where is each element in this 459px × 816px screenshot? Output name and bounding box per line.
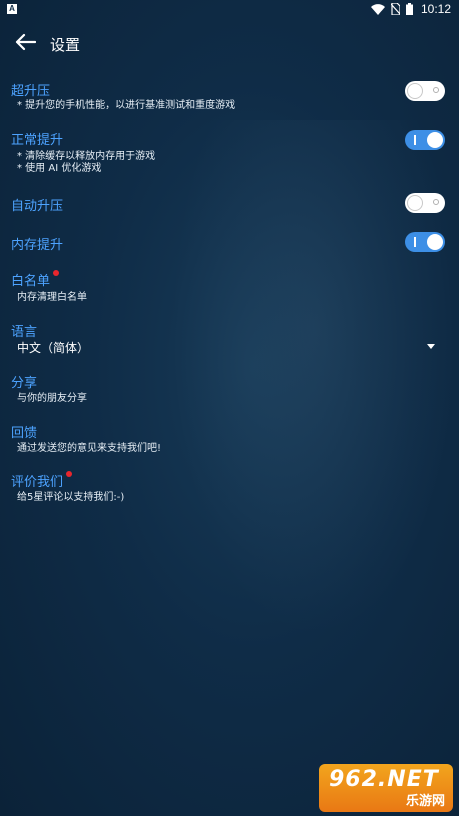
watermark-bottom-text: 乐游网 <box>405 794 445 809</box>
arrow-left-icon <box>14 33 37 55</box>
toggle-knob <box>407 195 423 211</box>
setting-desc: 给5星评论以支持我们:-) <box>17 492 125 503</box>
watermark-top-text: 962.NET <box>329 767 439 792</box>
toggle-knob <box>427 234 443 250</box>
setting-title-wrap: 评价我们 <box>11 471 73 490</box>
new-badge-dot <box>53 270 60 276</box>
setting-title: 评价我们 <box>11 475 64 490</box>
setting-desc: 与你的朋友分享 <box>17 393 87 404</box>
setting-desc-line-2: * 使用 AI 优化游戏 <box>17 163 102 174</box>
normal-boost-toggle[interactable] <box>405 130 445 150</box>
setting-desc: * 提升您的手机性能，以进行基准测试和重度游戏 <box>17 100 236 111</box>
setting-rate-us[interactable]: 评价我们 给5星评论以支持我们:-) <box>0 469 459 509</box>
auto-boost-toggle[interactable] <box>405 193 445 213</box>
setting-feedback[interactable]: 回馈 通过发送您的意见来支持我们吧! <box>0 420 459 460</box>
new-badge-dot <box>66 471 73 477</box>
setting-normal-boost[interactable]: 正常提升 * 清除缓存以释放内存用于游戏 * 使用 AI 优化游戏 <box>0 126 459 178</box>
setting-title-wrap: 白名单 <box>11 270 60 289</box>
setting-language[interactable]: 语言 中文（简体） <box>0 319 459 359</box>
setting-title: 正常提升 <box>11 133 64 148</box>
setting-memory-boost[interactable]: 内存提升 <box>0 231 459 255</box>
site-watermark-logo: 962.NET 乐游网 <box>319 764 453 812</box>
setting-auto-boost[interactable]: 自动升压 <box>0 192 459 216</box>
setting-title: 回馈 <box>11 426 38 441</box>
setting-super-boost[interactable]: 超升压 * 提升您的手机性能，以进行基准测试和重度游戏 <box>0 76 459 116</box>
toggle-off-indicator <box>433 199 439 205</box>
toggle-on-indicator <box>414 237 416 247</box>
status-time: 10:12 <box>420 2 451 16</box>
setting-whitelist[interactable]: 白名单 内存清理白名单 <box>0 268 459 308</box>
toggle-knob <box>407 83 423 99</box>
setting-title: 超升压 <box>11 84 51 99</box>
no-sim-icon <box>390 3 400 15</box>
setting-share[interactable]: 分享 与你的朋友分享 <box>0 370 459 410</box>
setting-desc: 内存清理白名单 <box>17 292 87 303</box>
back-button[interactable] <box>10 30 40 58</box>
memory-boost-toggle[interactable] <box>405 232 445 252</box>
page-title: 设置 <box>50 36 81 54</box>
notification-icon: A <box>7 4 17 14</box>
dropdown-arrow-icon[interactable] <box>427 344 435 349</box>
toggle-on-indicator <box>414 135 416 145</box>
setting-title: 分享 <box>11 376 38 391</box>
app-bar: 设置 <box>0 22 459 66</box>
wifi-icon <box>370 3 385 15</box>
toggle-off-indicator <box>433 87 439 93</box>
setting-title: 内存提升 <box>11 238 64 253</box>
setting-title: 语言 <box>11 325 38 340</box>
setting-title: 白名单 <box>11 274 51 289</box>
language-select[interactable]: 中文（简体） <box>17 339 89 356</box>
battery-icon <box>405 3 413 15</box>
status-bar: A 10:12 <box>0 0 459 18</box>
super-boost-toggle[interactable] <box>405 81 445 101</box>
setting-title: 自动升压 <box>11 199 64 214</box>
setting-desc: 通过发送您的意见来支持我们吧! <box>17 443 162 454</box>
toggle-knob <box>427 132 443 148</box>
